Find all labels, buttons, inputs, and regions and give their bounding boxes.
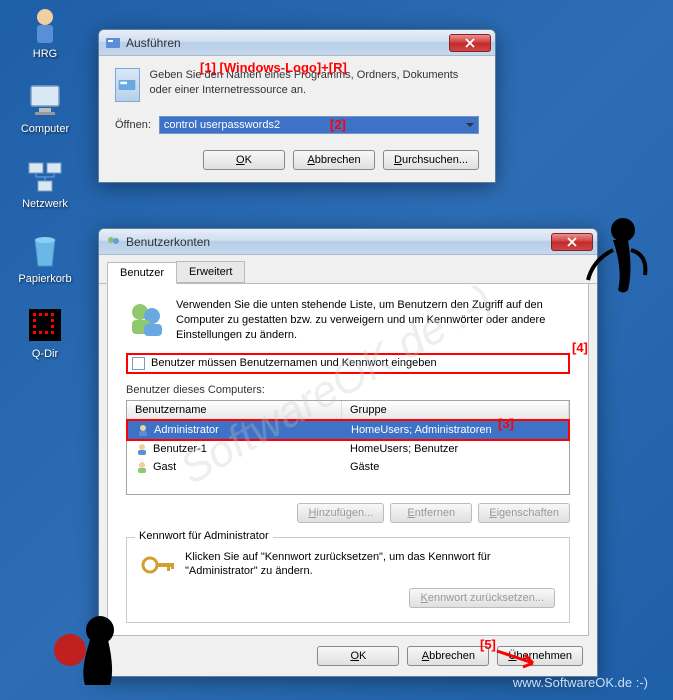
user-accounts-dialog: Benutzerkonten Benutzer Erweitert Verwen… — [98, 228, 598, 677]
desktop-icon-network[interactable]: Netzwerk — [15, 155, 75, 210]
desktop-icon-qdir[interactable]: Q-Dir — [15, 305, 75, 360]
run-title: Ausführen — [126, 36, 449, 50]
require-login-checkbox[interactable] — [132, 357, 145, 370]
desktop-icon-label: Computer — [15, 123, 75, 135]
checkbox-label: Benutzer müssen Benutzernamen und Kennwo… — [151, 357, 437, 369]
hrg-icon — [25, 5, 65, 45]
user-title: Benutzerkonten — [126, 235, 551, 249]
desktop-icons: HRG Computer Netzwerk Papierkorb Q-Dir — [15, 5, 75, 380]
footer-text: www.SoftwareOK.de :-) — [513, 675, 648, 690]
user-titlebar[interactable]: Benutzerkonten — [99, 229, 597, 255]
cancel-button[interactable]: Abbrechen — [407, 646, 489, 666]
desktop-icon-label: Q-Dir — [15, 348, 75, 360]
remove-button: Entfernen — [390, 503, 472, 523]
key-icon — [141, 550, 175, 580]
run-window-icon — [105, 35, 121, 51]
ok-button[interactable]: OK — [203, 150, 285, 170]
run-dialog: Ausführen Geben Sie den Namen eines Prog… — [98, 29, 496, 183]
open-label: Öffnen: — [115, 119, 151, 131]
close-button[interactable] — [551, 233, 593, 251]
desktop-icon-label: Netzwerk — [15, 198, 75, 210]
command-input[interactable]: control userpasswords2 — [159, 116, 479, 134]
desktop-icon-recyclebin[interactable]: Papierkorb — [15, 230, 75, 285]
tab-users[interactable]: Benutzer — [107, 262, 177, 284]
column-header-username[interactable]: Benutzername — [127, 401, 342, 419]
ok-button[interactable]: OK — [317, 646, 399, 666]
close-button[interactable] — [449, 34, 491, 52]
cancel-button[interactable]: Abbrechen — [293, 150, 375, 170]
user-window-icon — [105, 234, 121, 250]
password-group-label: Kennwort für Administrator — [135, 530, 273, 542]
reset-password-button: Kennwort zurücksetzen... — [409, 588, 555, 608]
run-description: Geben Sie den Namen eines Programms, Ord… — [150, 68, 479, 98]
users-icon — [126, 298, 166, 338]
close-icon — [567, 237, 577, 247]
user-avatar-icon — [135, 460, 149, 474]
list-label: Benutzer dieses Computers: — [126, 384, 570, 396]
table-row[interactable]: Gast Gäste — [127, 458, 569, 476]
desktop-icon-hrg[interactable]: HRG — [15, 5, 75, 60]
user-avatar-icon — [135, 442, 149, 456]
table-row[interactable]: Administrator HomeUsers; Administratoren — [126, 419, 570, 441]
apply-button[interactable]: Übernehmen — [497, 646, 583, 666]
run-program-icon — [115, 68, 140, 102]
desktop-icon-computer[interactable]: Computer — [15, 80, 75, 135]
browse-button[interactable]: Durchsuchen... — [383, 150, 479, 170]
column-header-group[interactable]: Gruppe — [342, 401, 569, 419]
run-titlebar[interactable]: Ausführen — [99, 30, 495, 56]
intro-text: Verwenden Sie die unten stehende Liste, … — [176, 298, 570, 343]
tab-advanced[interactable]: Erweitert — [176, 261, 245, 283]
qdir-icon — [25, 305, 65, 345]
recycle-bin-icon — [25, 230, 65, 270]
desktop-icon-label: HRG — [15, 48, 75, 60]
desktop-icon-label: Papierkorb — [15, 273, 75, 285]
user-list[interactable]: Benutzername Gruppe Administrator HomeUs… — [126, 400, 570, 495]
add-button: Hinzufügen... — [297, 503, 384, 523]
properties-button: Eigenschaften — [478, 503, 570, 523]
close-icon — [465, 38, 475, 48]
table-row[interactable]: Benutzer-1 HomeUsers; Benutzer — [127, 440, 569, 458]
computer-icon — [25, 80, 65, 120]
network-icon — [25, 155, 65, 195]
user-avatar-icon — [136, 423, 150, 437]
password-text: Klicken Sie auf "Kennwort zurücksetzen",… — [185, 550, 555, 580]
